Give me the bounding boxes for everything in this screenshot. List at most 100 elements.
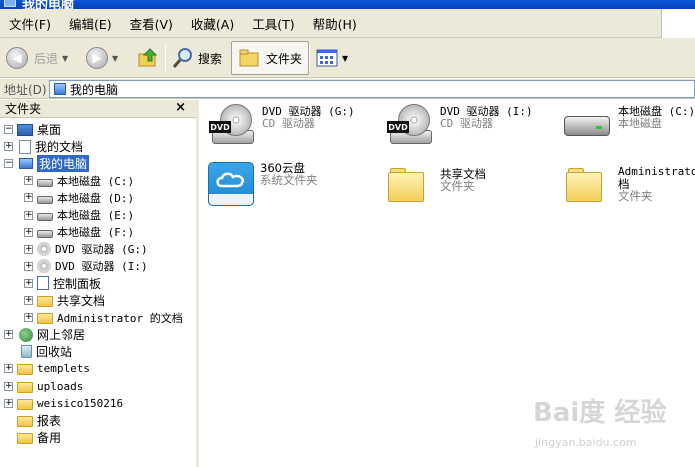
expand-icon[interactable]: + (24, 227, 33, 237)
tree-item[interactable]: + weisico150216 (4, 395, 123, 412)
expand-icon[interactable]: + (4, 398, 13, 408)
tree-item[interactable]: + DVD 驱动器 (G:) (24, 241, 148, 258)
expand-icon[interactable]: + (24, 176, 33, 186)
tree-item[interactable]: + Administrator 的文档 (24, 309, 183, 326)
menu-edit[interactable]: 编辑(E) (60, 14, 121, 33)
folder-icon (17, 432, 33, 444)
tree-item-label: 本地磁盘 (F:) (57, 226, 135, 240)
expand-icon[interactable]: + (4, 330, 13, 340)
close-icon[interactable]: × (175, 100, 186, 115)
address-input[interactable]: 我的电脑 (49, 80, 695, 98)
folder-icon (562, 166, 612, 212)
hard-drive-icon (37, 230, 53, 239)
tree-item[interactable]: + 网上邻居 (4, 326, 85, 343)
tree-item[interactable]: − 桌面 (4, 121, 61, 138)
menu-view[interactable]: 查看(V) (121, 14, 182, 33)
tree-item[interactable]: 备用 (4, 429, 61, 446)
tree-item[interactable]: + 我的文档 (4, 138, 83, 155)
tree-item[interactable]: + 本地磁盘 (E:) (24, 207, 134, 224)
dvd-drive-icon (37, 242, 51, 257)
forward-button[interactable]: ▶ ▼ (86, 42, 118, 74)
tree-item[interactable]: 报表 (4, 412, 61, 429)
expand-icon[interactable]: + (24, 296, 33, 305)
address-label: 地址(D) (4, 83, 47, 97)
tree-item[interactable]: + templets (4, 360, 90, 377)
expand-icon[interactable]: + (24, 278, 33, 288)
tree-item-label: 备用 (37, 430, 62, 445)
expand-icon[interactable]: + (24, 313, 33, 323)
expand-icon[interactable]: + (24, 261, 33, 271)
collapse-icon[interactable]: − (4, 125, 13, 134)
tree-item-label: uploads (37, 379, 84, 393)
tree-item-label: DVD 驱动器 (I:) (55, 260, 148, 274)
hard-drive-icon (37, 195, 53, 204)
folder-icon (17, 381, 33, 393)
folder-icon (17, 398, 33, 410)
tree-item[interactable]: + 本地磁盘 (C:) (24, 172, 134, 189)
back-arrow-icon: ◀ (6, 47, 28, 69)
cloud-drive-icon (204, 160, 254, 206)
up-folder-button[interactable] (136, 42, 160, 74)
item-type: CD 驱动器 (440, 117, 493, 130)
dvd-drive-icon: DVD (384, 104, 434, 150)
content-item-admin-docs[interactable]: Administrator 档 文件夹 (562, 166, 695, 212)
tree-item-label: 共享文档 (57, 294, 106, 308)
hard-drive-icon (562, 104, 612, 150)
folders-pane-header: 文件夹 × (0, 100, 196, 118)
tree-item-label: 控制面板 (53, 276, 102, 291)
tree-item[interactable]: + 共享文档 (24, 292, 105, 309)
content-item-dvd-i[interactable]: DVD DVD 驱动器 (I:) CD 驱动器 (384, 104, 533, 150)
expand-icon[interactable]: + (24, 244, 33, 254)
tree-item-label: 我的文档 (35, 140, 84, 155)
network-icon (19, 327, 33, 342)
hard-drive-icon (37, 213, 53, 221)
dvd-drive-icon: DVD (206, 104, 256, 150)
tree-item[interactable]: + 控制面板 (24, 275, 101, 292)
content-item-shared-docs[interactable]: 共享文档 文件夹 (384, 166, 486, 212)
back-button[interactable]: ◀ 后退 ▼ (6, 42, 68, 74)
watermark-logo: Bai度 经验 (533, 398, 667, 428)
search-label: 搜索 (198, 51, 223, 66)
content-item-disk-c[interactable]: 本地磁盘 (C:) 本地磁盘 (562, 104, 695, 150)
content-item-dvd-g[interactable]: DVD DVD 驱动器 (G:) CD 驱动器 (206, 104, 355, 150)
collapse-icon[interactable]: − (4, 159, 13, 169)
menu-tools[interactable]: 工具(T) (243, 14, 303, 33)
title-bar: 我的电脑 (0, 0, 695, 9)
content-item-360-cloud[interactable]: 360云盘 系统文件夹 (204, 160, 318, 206)
folders-button[interactable]: 文件夹 (231, 41, 310, 75)
tree-item[interactable]: 回收站 (4, 343, 72, 360)
menu-help[interactable]: 帮助(H) (304, 14, 366, 33)
tree-item-label: weisico150216 (37, 396, 124, 410)
tree-item[interactable]: − 我的电脑 (4, 155, 90, 173)
back-dropdown-icon[interactable]: ▼ (62, 54, 68, 63)
expand-icon[interactable]: + (4, 364, 13, 374)
tree-item[interactable]: + DVD 驱动器 (I:) (24, 258, 148, 275)
expand-icon[interactable]: + (24, 210, 33, 220)
menu-favorites[interactable]: 收藏(A) (182, 14, 243, 33)
menu-file[interactable]: 文件(F) (0, 14, 60, 33)
forward-dropdown-icon[interactable]: ▼ (112, 54, 118, 63)
recycle-bin-icon (21, 345, 32, 359)
search-button[interactable]: 搜索 (171, 42, 222, 74)
tree-item[interactable]: + 本地磁盘 (F:) (24, 224, 134, 241)
tree-item-label: 网上邻居 (37, 328, 86, 343)
expand-icon[interactable]: + (4, 142, 13, 152)
search-icon (172, 48, 192, 68)
expand-icon[interactable]: + (4, 381, 13, 391)
toolbar: ◀ 后退 ▼ ▶ ▼ 搜索 文件夹 ▼ (0, 38, 695, 78)
tree-item[interactable]: + 本地磁盘 (D:) (24, 189, 134, 206)
control-panel-icon (37, 276, 49, 291)
desktop-icon (17, 123, 33, 136)
views-button[interactable]: ▼ (316, 42, 348, 74)
tree-item[interactable]: + uploads (4, 378, 83, 395)
tree-item-label: 我的电脑 (37, 155, 90, 173)
folders-label: 文件夹 (266, 51, 303, 66)
documents-icon (19, 139, 31, 154)
views-dropdown-icon[interactable]: ▼ (342, 54, 348, 63)
address-bar: 地址(D) 我的电脑 (0, 79, 695, 99)
expand-icon[interactable]: + (24, 193, 33, 203)
tree-item-label: templets (37, 362, 90, 376)
tree-item-label: 回收站 (36, 345, 73, 360)
folder-icon (37, 296, 53, 307)
content-area: DVD DVD 驱动器 (G:) CD 驱动器 DVD DVD 驱动器 (I:)… (202, 100, 695, 467)
